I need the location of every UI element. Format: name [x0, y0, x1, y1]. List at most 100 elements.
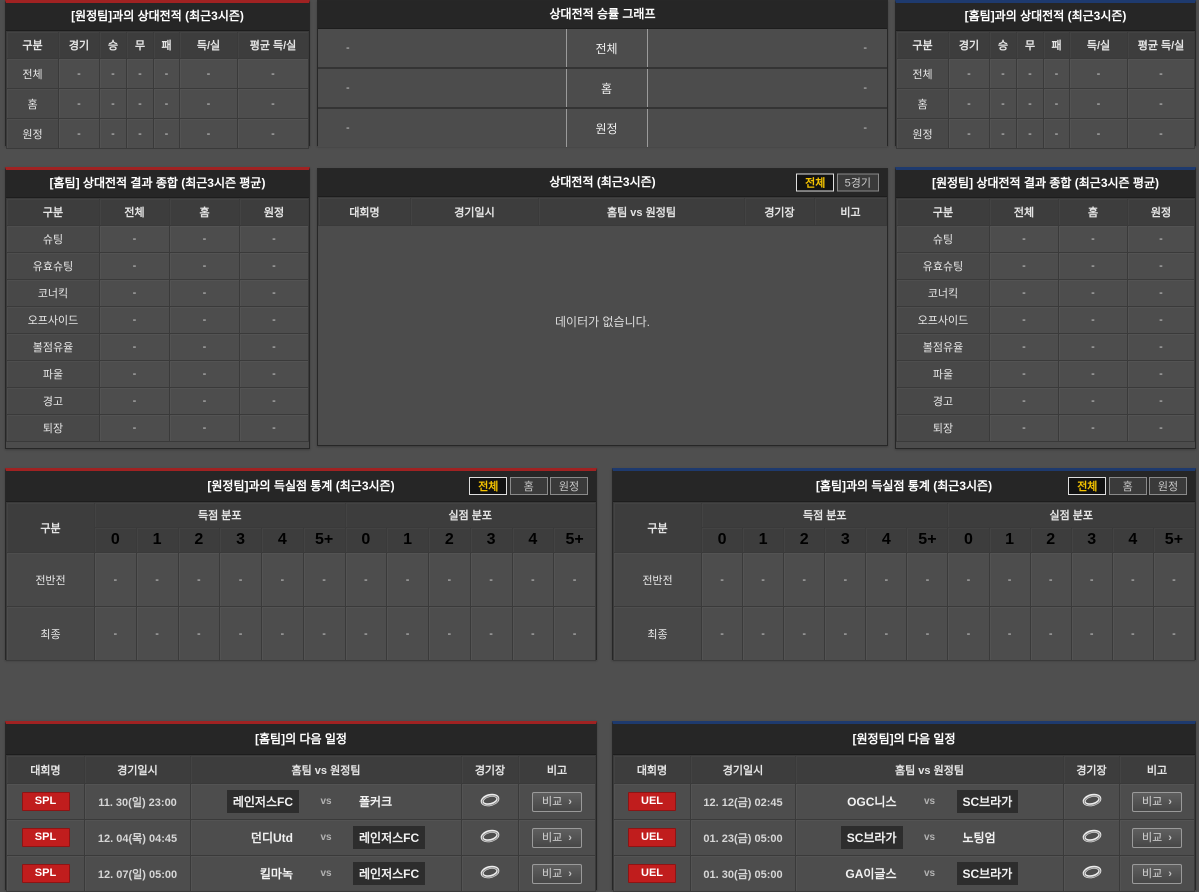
stat-value: -: [1069, 58, 1128, 89]
stat-value: -: [1127, 88, 1195, 119]
panel-title-bar: 상대전적 (최근3시즌) 전체 5경기: [318, 169, 887, 197]
vs-label: vs: [923, 868, 936, 879]
tab-5games[interactable]: 5경기: [836, 173, 879, 191]
stat-value: -: [153, 58, 180, 89]
bin-header: 2: [783, 527, 826, 553]
stat-value: -: [169, 387, 240, 415]
stat-value: -: [1127, 58, 1195, 89]
tab-group: 전체 5경기: [796, 169, 879, 196]
tab-all[interactable]: 전체: [796, 173, 835, 191]
bin-header: 1: [135, 527, 179, 553]
compare-button[interactable]: 비교 ›: [532, 791, 582, 812]
chevron-right-icon: ›: [568, 831, 572, 844]
stat-value: -: [126, 118, 154, 149]
stadium-icon[interactable]: [478, 828, 502, 844]
tab-away[interactable]: 원정: [550, 477, 588, 495]
stat-value: -: [469, 552, 513, 607]
column-header: 구분: [896, 198, 990, 226]
stadium-icon[interactable]: [478, 864, 502, 880]
home-team-name: GA이글스: [845, 867, 897, 881]
column-header: 대회명: [6, 755, 85, 784]
chevron-right-icon: ›: [1168, 831, 1172, 844]
stat-value: -: [219, 606, 262, 661]
vs-label: vs: [320, 796, 332, 807]
match-datetime: 01. 30(금) 05:00: [690, 855, 796, 892]
compare-button[interactable]: 비교 ›: [1132, 863, 1182, 884]
stat-value: -: [865, 552, 908, 607]
bin-header: 1: [386, 527, 429, 553]
away-team-name: 폴커크: [359, 795, 393, 809]
panel-title-bar: [원정팀]과의 득실점 통계 (최근3시즌) 전체 홈 원정: [6, 471, 596, 502]
stat-value: -: [906, 552, 949, 607]
stat-value: -: [1058, 279, 1128, 307]
stat-value: -: [99, 252, 170, 280]
bin-header: 2: [1029, 527, 1072, 553]
stat-value: -: [989, 306, 1059, 334]
panel-away-schedule: [원정팀]의 다음 일정 대회명 경기일시 홈팀 vs 원정팀 경기장 비고 UEL 1…: [612, 721, 1196, 892]
stat-value: -: [1152, 606, 1196, 661]
compare-button[interactable]: 비교 ›: [1132, 827, 1182, 848]
row-label: 볼점유율: [6, 333, 100, 361]
stat-value: -: [302, 606, 346, 661]
column-header: 경기장: [744, 197, 815, 226]
chevron-right-icon: ›: [1168, 867, 1172, 880]
home-team-name: 킬마녹: [259, 867, 293, 881]
home-winrate-value: -: [346, 82, 350, 94]
column-header: 경기: [948, 31, 990, 59]
stat-value: -: [94, 552, 137, 607]
stat-value: -: [989, 333, 1059, 361]
stat-value: -: [94, 606, 137, 661]
stat-value: -: [700, 552, 744, 607]
stat-value: -: [126, 88, 154, 119]
tab-all[interactable]: 전체: [469, 477, 508, 495]
compare-button[interactable]: 비교 ›: [532, 863, 582, 884]
stat-value: -: [783, 552, 826, 607]
bin-header: 0: [344, 527, 388, 553]
column-header: 패: [153, 31, 180, 59]
bin-header: 3: [469, 527, 513, 553]
graph-row-label: 홈: [565, 69, 648, 107]
bin-header: 3: [219, 527, 262, 553]
compare-button[interactable]: 비교 ›: [532, 827, 582, 848]
scored-group-header: 득점 분포: [700, 502, 949, 528]
stat-value: -: [989, 360, 1059, 388]
match-datetime: 12. 12(금) 02:45: [690, 783, 796, 820]
row-label: 전반전: [613, 552, 702, 607]
stat-value: -: [177, 606, 221, 661]
stat-value: -: [511, 606, 555, 661]
tab-away[interactable]: 원정: [1149, 477, 1187, 495]
stat-value: -: [99, 414, 170, 442]
stat-value: -: [344, 552, 388, 607]
league-badge: SPL: [21, 828, 70, 847]
stat-value: -: [824, 552, 867, 607]
stat-value: -: [302, 552, 346, 607]
stat-value: -: [1127, 225, 1195, 253]
panel-away-h2h-record: [원정팀]과의 상대전적 (최근3시즌) 구분 경기 승 무 패 득/실 평균 득/실 전체…: [5, 0, 310, 149]
stat-value: -: [742, 552, 785, 607]
stat-value: -: [261, 552, 304, 607]
row-label: 오프사이드: [6, 306, 100, 334]
tab-all[interactable]: 전체: [1068, 477, 1107, 495]
row-label: 최종: [6, 606, 95, 661]
tab-home[interactable]: 홈: [509, 477, 548, 495]
bin-header: 3: [824, 527, 867, 553]
panel-title: [홈팀]의 다음 일정: [6, 724, 596, 755]
stadium-icon[interactable]: [1080, 792, 1104, 808]
stat-value: -: [1070, 552, 1113, 607]
bin-header: 0: [947, 527, 990, 553]
home-team-name: 던디Utd: [250, 831, 293, 845]
stat-value: -: [135, 606, 179, 661]
stat-value: -: [179, 58, 238, 89]
stat-value: -: [988, 552, 1031, 607]
stadium-icon[interactable]: [478, 792, 502, 808]
row-label: 홈: [896, 88, 949, 119]
compare-button[interactable]: 비교 ›: [1132, 791, 1182, 812]
stadium-icon[interactable]: [1080, 828, 1104, 844]
row-label: 전체: [6, 58, 59, 89]
column-header: 구분: [6, 31, 59, 59]
row-label: 유효슈팅: [896, 252, 990, 280]
stadium-icon[interactable]: [1080, 864, 1104, 880]
away-team-name: 레인저스FC: [353, 826, 426, 849]
column-header: 비고: [1119, 755, 1195, 784]
tab-home[interactable]: 홈: [1108, 477, 1147, 495]
